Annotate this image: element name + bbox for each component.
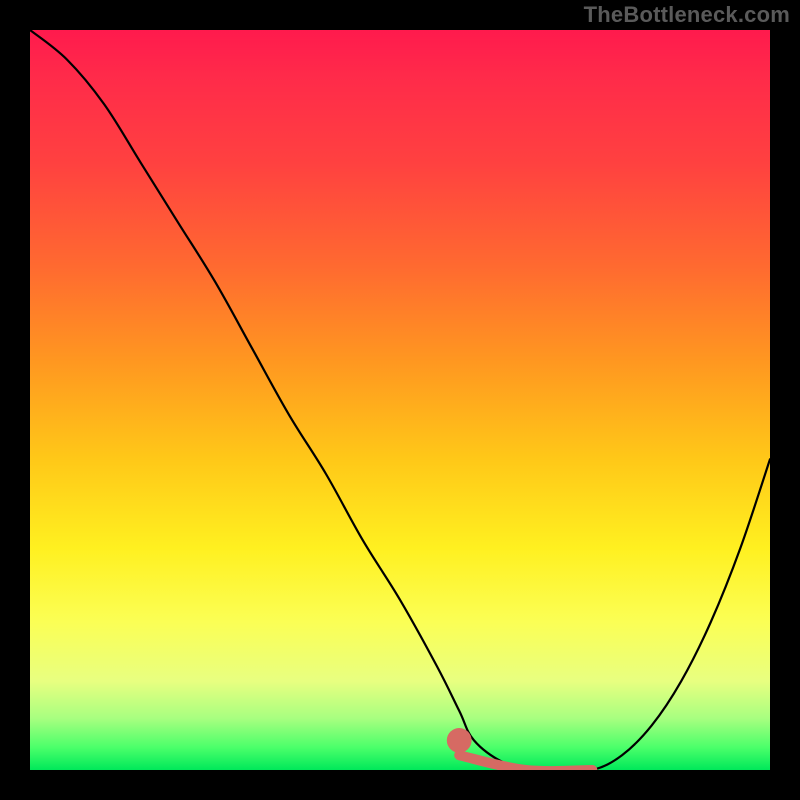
curve-layer xyxy=(30,30,770,770)
bottleneck-curve xyxy=(30,30,770,770)
chart-frame: TheBottleneck.com xyxy=(0,0,800,800)
plot-area xyxy=(30,30,770,770)
optimal-start-dot xyxy=(447,728,472,753)
optimal-range-highlight xyxy=(459,755,592,770)
watermark-text: TheBottleneck.com xyxy=(584,2,790,28)
